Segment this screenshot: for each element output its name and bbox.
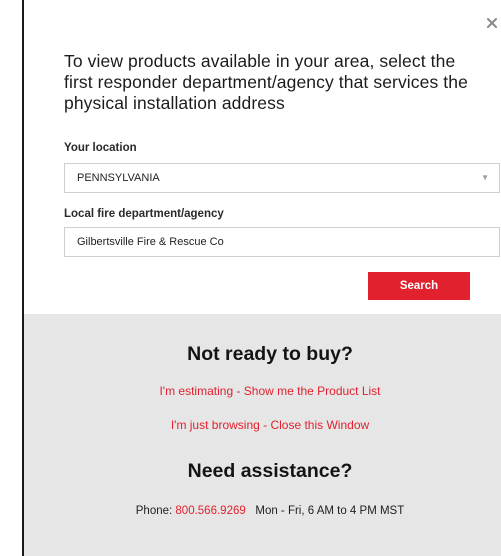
chevron-down-icon: ▼: [481, 173, 489, 182]
page: To view products available in your area,…: [0, 0, 501, 556]
location-label: Your location: [64, 142, 137, 154]
phone-label: Phone:: [135, 505, 173, 517]
department-input[interactable]: [64, 227, 500, 257]
search-button[interactable]: Search: [368, 272, 470, 300]
location-select-value: PENNSYLVANIA: [77, 172, 160, 184]
location-select[interactable]: PENNSYLVANIA ▼: [64, 163, 500, 193]
assistance-title: Need assistance?: [187, 460, 353, 482]
not-ready-title: Not ready to buy?: [187, 343, 353, 365]
location-modal: To view products available in your area,…: [24, 0, 501, 556]
department-label: Local fire department/agency: [64, 208, 224, 220]
product-list-link[interactable]: I'm estimating - Show me the Product Lis…: [24, 384, 501, 398]
close-window-link[interactable]: I'm just browsing - Close this Window: [24, 418, 501, 432]
business-hours: Mon - Fri, 6 AM to 4 PM MST: [255, 505, 405, 517]
modal-heading: To view products available in your area,…: [64, 51, 468, 113]
contact-line: Phone: 800.566.9269 Mon - Fri, 6 AM to 4…: [24, 505, 501, 517]
close-button[interactable]: [484, 15, 500, 31]
phone-number-link[interactable]: 800.566.9269: [175, 505, 245, 517]
help-panel: Not ready to buy? I'm estimating - Show …: [24, 314, 501, 556]
close-icon: [487, 18, 497, 28]
